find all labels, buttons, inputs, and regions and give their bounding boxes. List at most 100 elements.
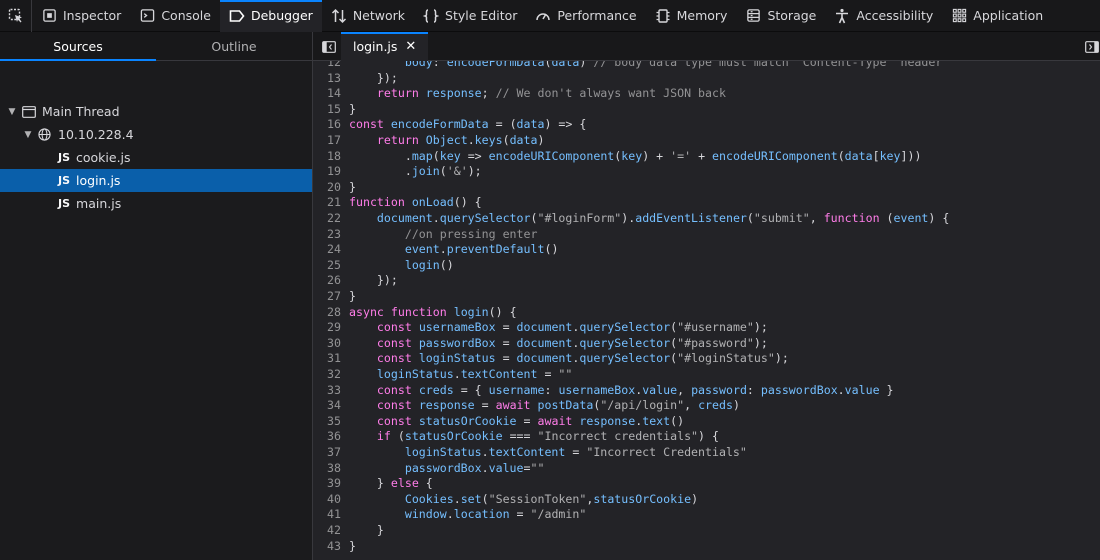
code-line: 31 const loginStatus = document.querySel…: [313, 351, 789, 367]
code-line: 42 }: [313, 523, 384, 539]
tree-item-main-js[interactable]: JS main.js: [0, 192, 312, 215]
code-text: .map(key => encodeURIComponent(key) + '=…: [349, 148, 922, 163]
line-number[interactable]: 19: [313, 164, 349, 180]
sources-panel: Sources Outline ▼ Main Thread ▼ 10.10.22…: [0, 32, 313, 560]
code-text: body: encodeFormData(data) // body data …: [404, 61, 943, 69]
line-number[interactable]: 24: [313, 242, 349, 258]
line-number[interactable]: 39: [313, 476, 349, 492]
code-line: 12 body: encodeFormData(data) // body da…: [313, 61, 942, 71]
tab-network[interactable]: Network: [322, 0, 414, 32]
code-line: 43}: [313, 539, 356, 555]
line-number[interactable]: 13: [313, 71, 349, 87]
line-number[interactable]: 34: [313, 398, 349, 414]
tab-label: Style Editor: [445, 8, 518, 23]
line-number[interactable]: 38: [313, 461, 349, 477]
editor-tab-login-js[interactable]: login.js ✕: [341, 32, 429, 61]
line-number[interactable]: 37: [313, 445, 349, 461]
expand-arrow-icon[interactable]: ▼: [22, 130, 34, 140]
line-number[interactable]: 17: [313, 133, 349, 149]
tree-item-host[interactable]: ▼ 10.10.228.4: [0, 123, 312, 146]
tab-application[interactable]: Application: [942, 0, 1052, 32]
code-text: window.location = "/admin": [404, 507, 587, 522]
tree-item-login-js[interactable]: JS login.js: [0, 169, 312, 192]
code-line: 41 window.location = "/admin": [313, 507, 586, 523]
line-number[interactable]: 35: [313, 414, 349, 430]
accessibility-icon: [834, 8, 850, 24]
line-number[interactable]: 15: [313, 102, 349, 118]
code-text: });: [349, 70, 398, 85]
line-number[interactable]: 18: [313, 149, 349, 165]
element-picker-button[interactable]: [0, 0, 32, 32]
line-number[interactable]: 28: [313, 305, 349, 321]
code-line: 21 function onLoad() {: [313, 195, 482, 211]
line-number[interactable]: 43: [313, 539, 349, 555]
line-number[interactable]: 40: [313, 492, 349, 508]
code-text: loginStatus.textContent = "Incorrect Cre…: [404, 445, 747, 459]
line-number[interactable]: 30: [313, 336, 349, 352]
tab-accessibility[interactable]: Accessibility: [825, 0, 942, 32]
code-line: 23 //on pressing enter: [313, 227, 537, 243]
js-file-icon: JS: [58, 151, 71, 164]
code-text: event.preventDefault(): [404, 242, 559, 257]
line-number[interactable]: 36: [313, 429, 349, 445]
tab-outline[interactable]: Outline: [156, 32, 312, 60]
close-icon[interactable]: ✕: [405, 39, 416, 54]
tree-item-label: login.js: [76, 173, 121, 188]
devtools-toolbar: Inspector Console Debugger Network Style Edi…: [0, 0, 1100, 32]
code-view[interactable]: 12 body: encodeFormData(data) // body da…: [313, 61, 1100, 560]
inspector-icon: [41, 8, 57, 24]
tab-label: Debugger: [250, 8, 313, 23]
tab-console[interactable]: Console: [130, 0, 220, 32]
code-line: 27}: [313, 289, 356, 305]
code-text: }: [349, 179, 356, 194]
code-text: } else {: [349, 476, 433, 491]
code-text: const loginStatus = document.querySelect…: [376, 351, 789, 366]
line-number[interactable]: 27: [313, 289, 349, 305]
code-text: if (statusOrCookie === "Incorrect creden…: [376, 429, 719, 444]
tab-label: Console: [161, 8, 211, 23]
style-editor-icon: [423, 8, 440, 24]
tab-storage[interactable]: Storage: [736, 0, 825, 32]
line-number[interactable]: 33: [313, 383, 349, 399]
window-icon: [22, 105, 36, 118]
debugger-icon: [229, 8, 245, 24]
code-line: 14 return response; // We don't always w…: [313, 86, 726, 102]
line-number[interactable]: 14: [313, 86, 349, 102]
code-line: 36 if (statusOrCookie === "Incorrect cre…: [313, 429, 719, 445]
line-number[interactable]: 32: [313, 367, 349, 383]
line-number[interactable]: 23: [313, 227, 349, 243]
line-number[interactable]: 21: [313, 195, 349, 211]
code-line: 28 async function login() {: [313, 305, 517, 321]
line-number[interactable]: 41: [313, 507, 349, 523]
line-number[interactable]: 16: [313, 117, 349, 133]
line-number[interactable]: 22: [313, 211, 349, 227]
code-text: Cookies.set("SessionToken",statusOrCooki…: [404, 491, 699, 506]
code-text: login(): [404, 257, 454, 272]
expand-arrow-icon[interactable]: ▼: [6, 107, 18, 117]
line-number[interactable]: 29: [313, 320, 349, 336]
line-number[interactable]: 25: [313, 258, 349, 274]
line-number[interactable]: 20: [313, 180, 349, 196]
code-text: async function login() {: [349, 304, 517, 319]
tab-memory[interactable]: Memory: [646, 0, 737, 32]
toggle-debugger-pane-icon[interactable]: [1085, 41, 1099, 53]
globe-icon: [38, 128, 51, 141]
tree-item-main-thread[interactable]: ▼ Main Thread: [0, 100, 312, 123]
toggle-sources-pane-icon[interactable]: [322, 41, 336, 53]
tab-sources[interactable]: Sources: [0, 32, 156, 61]
tab-debugger[interactable]: Debugger: [219, 0, 322, 32]
editor-tab-label: login.js: [353, 39, 398, 54]
tab-inspector[interactable]: Inspector: [32, 0, 130, 32]
line-number[interactable]: 31: [313, 351, 349, 367]
line-number[interactable]: 26: [313, 273, 349, 289]
tab-label: Memory: [676, 8, 728, 23]
code-text: const statusOrCookie = await response.te…: [376, 413, 685, 428]
tab-style-editor[interactable]: Style Editor: [414, 0, 526, 32]
tree-item-cookie-js[interactable]: JS cookie.js: [0, 146, 312, 169]
line-number[interactable]: 12: [313, 61, 349, 71]
tab-performance[interactable]: Performance: [526, 0, 645, 32]
tree-item-label: 10.10.228.4: [58, 127, 134, 142]
line-number[interactable]: 42: [313, 523, 349, 539]
code-line: 16 const encodeFormData = (data) => {: [313, 117, 586, 133]
code-text: loginStatus.textContent = "": [376, 367, 573, 381]
